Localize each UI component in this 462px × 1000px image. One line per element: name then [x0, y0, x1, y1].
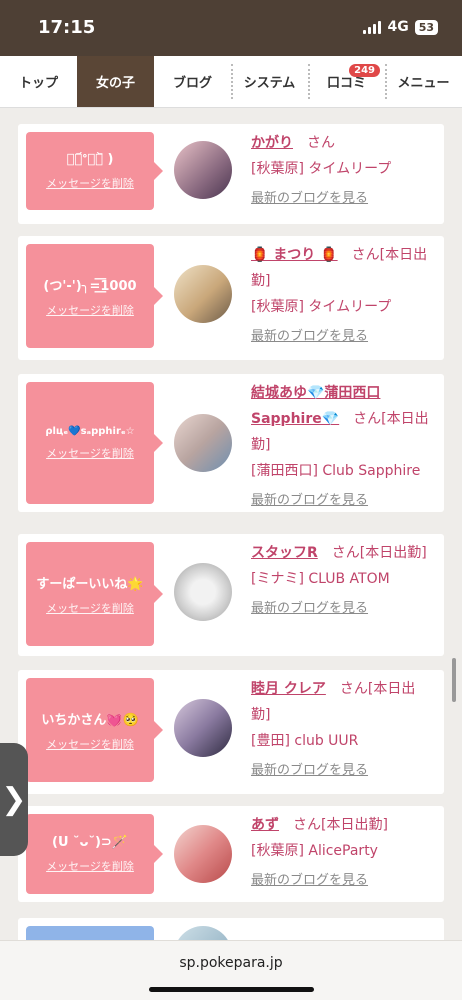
status-bar: 17:15 4G 53 — [0, 0, 462, 56]
avatar[interactable] — [174, 141, 232, 199]
side-drawer-toggle[interactable]: ❯ — [0, 743, 28, 856]
url-text: sp.pokepara.jp — [179, 955, 283, 971]
status-time: 17:15 — [38, 17, 96, 38]
message-bubble: すーぱーいいね🌟 メッセージを削除 — [26, 542, 163, 646]
girl-name-link[interactable]: 🏮 まつり 🏮 — [251, 247, 338, 263]
status-indicators: 4G 53 — [363, 19, 438, 35]
delete-message-link[interactable]: メッセージを削除 — [46, 736, 134, 752]
avatar[interactable] — [174, 265, 232, 323]
latest-blog-link[interactable]: 最新のブログを見る — [251, 488, 431, 514]
message-card: (U ˘ᴗ˘)⊃🪄 メッセージを削除 あず さん[本日出勤] [秋葉原] Ali… — [18, 806, 444, 902]
nav-tabs: トップ 女の子 ブログ システム 口コミ 249 メニュー — [0, 56, 462, 108]
honorific: さん — [351, 247, 380, 263]
girl-info: 結城あゆ💎蒲田西口Sapphire💎 さん[本日出勤] [蒲田西口] Club … — [251, 380, 431, 514]
latest-blog-link[interactable]: 最新のブログを見る — [251, 758, 431, 784]
girl-info: 🏮 まつり 🏮 さん[本日出勤] [秋葉原] タイムリープ 最新のブログを見る — [251, 242, 431, 350]
avatar[interactable] — [174, 825, 232, 883]
message-bubble: (U ˘ᴗ˘)⊃🪄 メッセージを削除 — [26, 814, 163, 894]
avatar[interactable] — [174, 926, 232, 940]
message-card: (つ'-')╮=͟͟͞͞1000 メッセージを削除 🏮 まつり 🏮 さん[本日出… — [18, 236, 444, 360]
message-text: すーぱーいいね🌟 — [36, 576, 144, 592]
shop-name: [豊田] club UUR — [251, 733, 359, 749]
honorific: さん — [307, 135, 335, 151]
honorific: さん — [353, 411, 382, 427]
attendance-status: [本日出勤] — [321, 817, 388, 833]
shop-name: [ミナミ] CLUB ATOM — [251, 571, 390, 587]
honorific: さん — [339, 681, 368, 697]
home-indicator — [149, 987, 314, 992]
battery-icon: 53 — [414, 19, 438, 35]
honorific: さん — [293, 817, 321, 833]
shop-name: [蒲田西口] Club Sapphire — [251, 463, 421, 479]
message-text: (U ˘ᴗ˘)⊃🪄 — [52, 834, 128, 850]
message-bubble — [26, 926, 154, 940]
latest-blog-link[interactable]: 最新のブログを見る — [251, 324, 431, 350]
chevron-right-icon: ❯ — [1, 782, 27, 817]
network-label: 4G — [387, 19, 409, 35]
girl-info: あず さん[本日出勤] [秋葉原] AliceParty 最新のブログを見る — [251, 812, 431, 894]
girl-name-link[interactable]: あず — [251, 817, 279, 833]
signal-icon — [363, 20, 382, 34]
tab-menu[interactable]: メニュー — [385, 56, 462, 107]
message-card: いちかさん💓🥺 メッセージを削除 睦月 クレア さん[本日出勤] [豊田] cl… — [18, 670, 444, 794]
tab-reviews[interactable]: 口コミ 249 — [308, 56, 385, 107]
tab-blog[interactable]: ブログ — [154, 56, 231, 107]
message-bubble: (つ'-')╮=͟͟͞͞1000 メッセージを削除 — [26, 244, 163, 348]
avatar[interactable] — [174, 414, 232, 472]
message-bubble: ρlцₑ💙sₐpphirₑ☆ メッセージを削除 — [26, 382, 163, 504]
message-card: ρlцₑ💙sₐpphirₑ☆ メッセージを削除 結城あゆ💎蒲田西口Sapphir… — [18, 374, 444, 512]
delete-message-link[interactable]: メッセージを削除 — [46, 302, 134, 318]
girl-name-link[interactable]: 睦月 クレア — [251, 681, 326, 697]
shop-name: [秋葉原] タイムリープ — [251, 161, 392, 177]
message-list: ดู᷄ᐤดู᷅ ) メッセージを削除 かがり さん [秋葉原] タイムリープ 最… — [0, 108, 462, 940]
tab-top[interactable]: トップ — [0, 56, 77, 107]
attendance-status: [本日出勤] — [359, 545, 427, 561]
avatar[interactable] — [174, 563, 232, 621]
message-text: いちかさん💓🥺 — [41, 712, 139, 728]
girl-info: かがり さん [秋葉原] タイムリープ 最新のブログを見る — [251, 130, 431, 212]
message-bubble: ดู᷄ᐤดู᷅ ) メッセージを削除 — [26, 132, 163, 210]
tab-girls[interactable]: 女の子 — [77, 56, 154, 107]
delete-message-link[interactable]: メッセージを削除 — [46, 858, 134, 874]
message-text: (つ'-')╮=͟͟͞͞1000 — [43, 278, 137, 294]
latest-blog-link[interactable]: 最新のブログを見る — [251, 596, 431, 622]
delete-message-link[interactable]: メッセージを削除 — [46, 175, 134, 191]
girl-name-link[interactable]: かがり — [251, 135, 293, 151]
girl-info: 睦月 クレア さん[本日出勤] [豊田] club UUR 最新のブログを見る — [251, 676, 431, 784]
shop-name: [秋葉原] AliceParty — [251, 843, 378, 859]
message-card: すーぱーいいね🌟 メッセージを削除 スタッフR さん[本日出勤] [ミナミ] C… — [18, 534, 444, 656]
delete-message-link[interactable]: メッセージを削除 — [46, 445, 134, 461]
latest-blog-link[interactable]: 最新のブログを見る — [251, 186, 431, 212]
message-card: ดู᷄ᐤดู᷅ ) メッセージを削除 かがり さん [秋葉原] タイムリープ 最… — [18, 124, 444, 224]
message-bubble: いちかさん💓🥺 メッセージを削除 — [26, 678, 163, 782]
message-text: ρlцₑ💙sₐpphirₑ☆ — [45, 425, 135, 437]
reviews-count-badge: 249 — [349, 64, 380, 77]
delete-message-link[interactable]: メッセージを削除 — [46, 600, 134, 616]
girl-name-link[interactable]: スタッフR — [251, 545, 318, 561]
latest-blog-link[interactable]: 最新のブログを見る — [251, 868, 431, 894]
tab-system[interactable]: システム — [231, 56, 308, 107]
avatar[interactable] — [174, 699, 232, 757]
shop-name: [秋葉原] タイムリープ — [251, 299, 392, 315]
message-card — [18, 918, 444, 940]
girl-info: スタッフR さん[本日出勤] [ミナミ] CLUB ATOM 最新のブログを見る — [251, 540, 431, 622]
honorific: さん — [331, 545, 360, 561]
scrollbar[interactable] — [452, 658, 456, 702]
message-text: ดู᷄ᐤดู᷅ ) — [66, 151, 114, 167]
